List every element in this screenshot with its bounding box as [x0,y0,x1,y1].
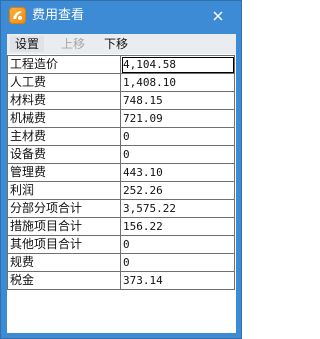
fee-label: 人工费 [7,73,121,92]
table-row[interactable]: 材料费 748.15 [7,91,235,110]
fee-label: 管理费 [7,163,121,182]
fee-value[interactable]: 0 [120,235,235,254]
fee-label: 工程造价 [7,55,121,74]
fee-label: 措施项目合计 [7,217,121,236]
table-row[interactable]: 税金 373.14 [7,271,235,290]
fee-value[interactable]: 0 [120,145,235,164]
close-button[interactable] [208,7,228,25]
client-area: 设置 上移 下移 工程造价 4,104.58 人工费 1,408.10 材料费 … [7,34,236,333]
fee-value[interactable]: 4,104.58 [120,55,235,74]
menu-move-down[interactable]: 下移 [104,36,128,52]
fee-label: 主材费 [7,127,121,146]
fee-value[interactable]: 252.26 [120,181,235,200]
table-row[interactable]: 规费 0 [7,253,235,272]
fee-label: 其他项目合计 [7,235,121,254]
close-icon [213,11,223,21]
menu-move-up[interactable]: 上移 [61,36,85,52]
fee-value[interactable]: 373.14 [120,271,235,290]
table-row[interactable]: 机械费 721.09 [7,109,235,128]
fee-value[interactable]: 748.15 [120,91,235,110]
menu-settings[interactable]: 设置 [10,36,45,52]
table-row[interactable]: 措施项目合计 156.22 [7,217,235,236]
fee-value[interactable]: 0 [120,127,235,146]
fee-value[interactable]: 721.09 [120,109,235,128]
fee-label: 机械费 [7,109,121,128]
fee-value[interactable]: 443.10 [120,163,235,182]
table-row[interactable]: 主材费 0 [7,127,235,146]
title-bar[interactable]: 费用查看 [1,1,241,33]
table-row[interactable]: 人工费 1,408.10 [7,73,235,92]
table-row[interactable]: 设备费 0 [7,145,235,164]
window-title: 费用查看 [32,8,85,23]
fee-label: 材料费 [7,91,121,110]
fee-value[interactable]: 3,575.22 [120,199,235,218]
table-row[interactable]: 利润 252.26 [7,181,235,200]
fee-label: 设备费 [7,145,121,164]
table-row[interactable]: 工程造价 4,104.58 [7,55,235,74]
table-row[interactable]: 其他项目合计 0 [7,235,235,254]
fee-value[interactable]: 0 [120,253,235,272]
fee-label: 利润 [7,181,121,200]
fee-table: 工程造价 4,104.58 人工费 1,408.10 材料费 748.15 机械… [7,55,235,290]
fee-value[interactable]: 1,408.10 [120,73,235,92]
fee-label: 规费 [7,253,121,272]
table-row[interactable]: 分部分项合计 3,575.22 [7,199,235,218]
app-logo-icon [9,7,26,24]
fee-view-window: 费用查看 设置 上移 下移 工程造价 4,104.58 人工费 1,408.10 [0,0,242,339]
fee-label: 分部分项合计 [7,199,121,218]
table-row[interactable]: 管理费 443.10 [7,163,235,182]
menu-bar: 设置 上移 下移 [7,34,236,54]
fee-label: 税金 [7,271,121,290]
fee-value[interactable]: 156.22 [120,217,235,236]
